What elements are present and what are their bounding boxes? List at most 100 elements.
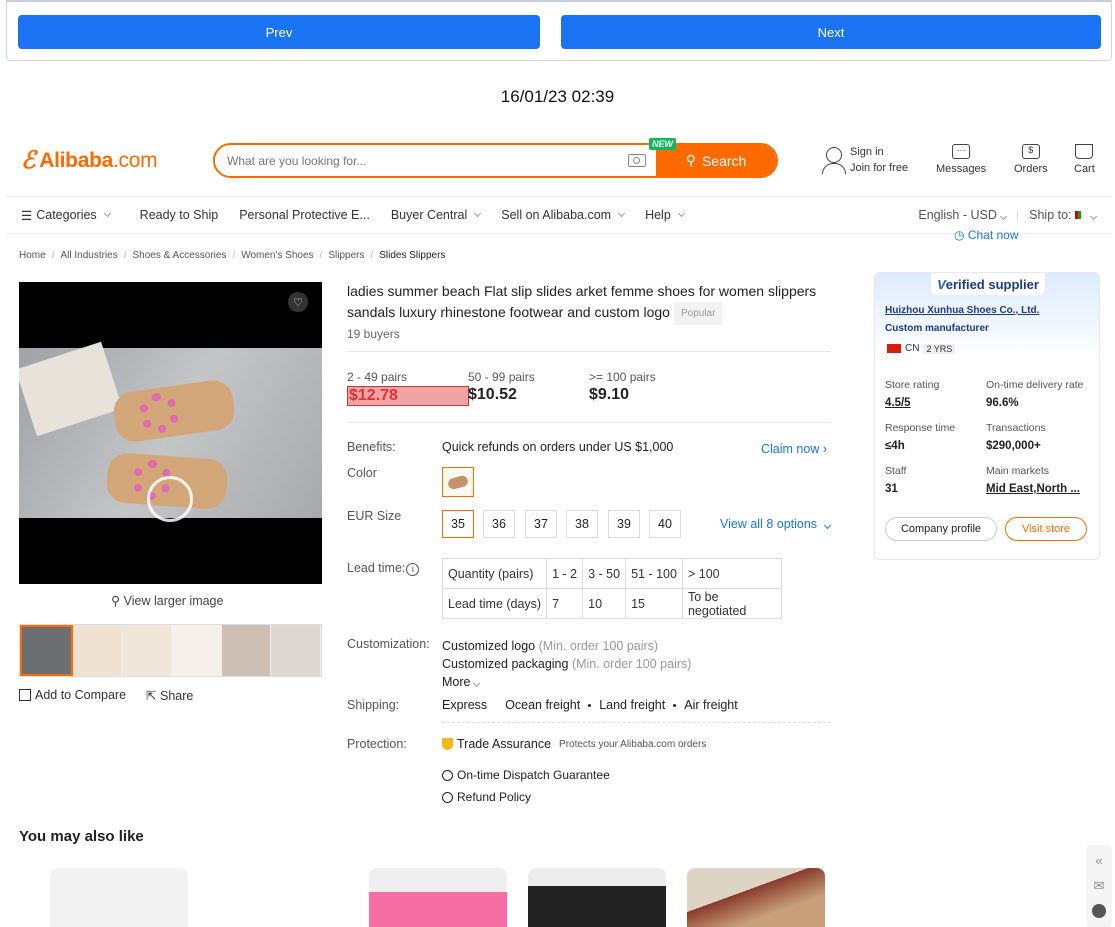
thumbnail[interactable] <box>221 625 272 676</box>
recommended-product-card[interactable] <box>369 868 507 927</box>
recommended-product-card[interactable] <box>50 868 188 927</box>
divider: | <box>1015 208 1020 222</box>
language-selector[interactable]: English - USD <box>918 208 1007 222</box>
messages-link[interactable]: ··· Messages <box>936 144 986 175</box>
alibaba-logo-icon: ℰ <box>21 147 36 174</box>
top-nav: ☰ Categories Ready to Ship Personal Prote… <box>6 196 1112 234</box>
categories-menu[interactable]: ☰ Categories <box>21 208 111 223</box>
thumbnail[interactable] <box>72 625 123 676</box>
thumbnail[interactable] <box>172 625 222 676</box>
nav-item-help[interactable]: Help <box>645 208 685 222</box>
mail-icon[interactable]: ✉ <box>1094 878 1105 894</box>
breadcrumb-item[interactable]: All Industries <box>60 250 117 261</box>
new-badge: NEW <box>649 138 676 150</box>
share-button[interactable]: ⇱ Share <box>146 688 193 703</box>
search-input[interactable] <box>215 145 628 176</box>
nav-item-label: Buyer Central <box>390 208 468 222</box>
view-larger-link[interactable]: ⚲ View larger image <box>111 593 223 608</box>
sign-in-link[interactable]: Sign in Join for free <box>822 144 908 176</box>
nav-item-buyer-central[interactable]: Buyer Central <box>390 208 482 222</box>
orders-link[interactable]: $ Orders <box>1014 144 1048 175</box>
rhinestone-strap <box>136 390 182 436</box>
recommended-product-card[interactable] <box>528 868 666 927</box>
more-toggle[interactable]: More <box>442 673 691 691</box>
breadcrumb-item[interactable]: Women's Shoes <box>241 250 313 261</box>
dispatch-label: On-time Dispatch Guarantee <box>457 768 610 782</box>
lead-time-label: Lead time: i <box>347 561 420 576</box>
nav-item-ppe[interactable]: Personal Protective E... <box>239 208 370 222</box>
color-swatch[interactable] <box>442 467 474 497</box>
badge-v: V <box>937 276 946 292</box>
company-profile-button[interactable]: Company profile <box>885 517 997 541</box>
claim-now-link[interactable]: Claim now › <box>761 442 827 456</box>
add-to-compare[interactable]: Add to Compare <box>19 688 126 703</box>
chevron-down-icon <box>824 521 832 530</box>
divider <box>347 422 831 423</box>
china-flag-icon <box>887 344 901 353</box>
breadcrumb-item[interactable]: Home <box>19 250 46 261</box>
size-option[interactable]: 37 <box>525 510 557 538</box>
shipping-option: Land freight <box>599 698 666 712</box>
alibaba-logo[interactable]: ℰ Alibaba .com <box>21 146 158 175</box>
breadcrumb: Home / All Industries / Shoes & Accessorie… <box>19 250 445 261</box>
nav-item-ready-to-ship[interactable]: Ready to Ship <box>140 208 219 222</box>
table-row: Lead time (days) 7 10 15 To be negotiate… <box>441 588 782 619</box>
stat-value[interactable]: 4.5/5 <box>885 397 939 409</box>
floating-side-bar: « ✉ <box>1086 845 1112 927</box>
table-row: Quantity (pairs) 1 - 2 3 - 50 51 - 100 >… <box>441 558 782 589</box>
user-icon <box>822 147 846 174</box>
avatar[interactable] <box>1092 904 1106 918</box>
stat-value[interactable]: Mid East,North ... <box>986 483 1080 495</box>
recommended-product-card[interactable] <box>687 868 825 927</box>
supplier-name[interactable]: Huizhou Xunhua Shoes Co., Ltd. <box>885 305 1039 316</box>
share-icon: ⇱ <box>146 689 157 703</box>
prev-button[interactable]: Prev <box>18 15 540 49</box>
chevron-down-icon <box>473 679 481 688</box>
cart-icon <box>1075 144 1094 159</box>
thumbnail[interactable] <box>122 625 173 676</box>
breadcrumb-item[interactable]: Shoes & Accessories <box>133 250 227 261</box>
trade-assurance[interactable]: Trade Assurance Protects your Alibaba.com… <box>442 737 706 751</box>
language-label: English - USD <box>918 208 997 222</box>
visit-store-button[interactable]: Visit store <box>1005 517 1087 541</box>
compare-share-row: Add to Compare ⇱ Share <box>19 688 193 703</box>
main-product-image[interactable] <box>19 282 322 584</box>
you-may-also-like-heading: You may also like <box>19 828 144 845</box>
chat-now-link[interactable]: ◷ Chat now <box>954 228 1019 242</box>
size-option[interactable]: 39 <box>608 510 640 538</box>
bullet-dot <box>588 703 592 707</box>
favorite-heart-icon[interactable]: ♡ <box>288 292 308 312</box>
info-icon[interactable]: i <box>406 563 420 576</box>
cart-link[interactable]: Cart <box>1074 144 1095 175</box>
thumbnail-video[interactable] <box>20 625 73 676</box>
size-option[interactable]: 40 <box>649 510 681 538</box>
size-option[interactable]: 36 <box>483 510 515 538</box>
collapse-icon[interactable]: « <box>1095 853 1102 868</box>
chat-now-label: Chat now <box>967 228 1019 242</box>
search-button-label: Search <box>701 152 747 169</box>
table-cell: 1 - 2 <box>546 558 584 589</box>
size-option[interactable]: 35 <box>442 510 474 538</box>
breadcrumb-item[interactable]: Slippers <box>328 250 364 261</box>
view-all-options-link[interactable]: View all 8 options <box>720 517 832 531</box>
price-tier: 2 - 49 pairs $12.78 <box>347 370 469 406</box>
camera-icon[interactable] <box>628 154 646 167</box>
stat-value: 96.6% <box>986 397 1019 409</box>
breadcrumb-separator: / <box>51 250 55 261</box>
nav-right: English - USD | Ship to: <box>918 208 1098 222</box>
size-option[interactable]: 38 <box>566 510 598 538</box>
tier-range: 2 - 49 pairs <box>347 370 408 384</box>
thumbnail[interactable] <box>271 625 322 676</box>
lead-time-table: Quantity (pairs) 1 - 2 3 - 50 51 - 100 >… <box>441 558 782 619</box>
chevron-down-icon <box>1089 212 1098 221</box>
menu-icon: ☰ <box>21 208 33 223</box>
ship-to-selector[interactable]: Ship to: <box>1029 208 1098 222</box>
refund-policy: Refund Policy <box>442 790 531 804</box>
rotate-360-icon[interactable] <box>147 476 193 522</box>
nav-item-sell[interactable]: Sell on Alibaba.com <box>501 208 626 222</box>
benefits-text: Quick refunds on orders under US $1,000 <box>442 440 674 454</box>
message-icon: ··· <box>952 144 971 159</box>
chevron-down-icon <box>618 209 626 218</box>
orders-label: Orders <box>1014 163 1048 175</box>
next-button[interactable]: Next <box>561 15 1101 49</box>
